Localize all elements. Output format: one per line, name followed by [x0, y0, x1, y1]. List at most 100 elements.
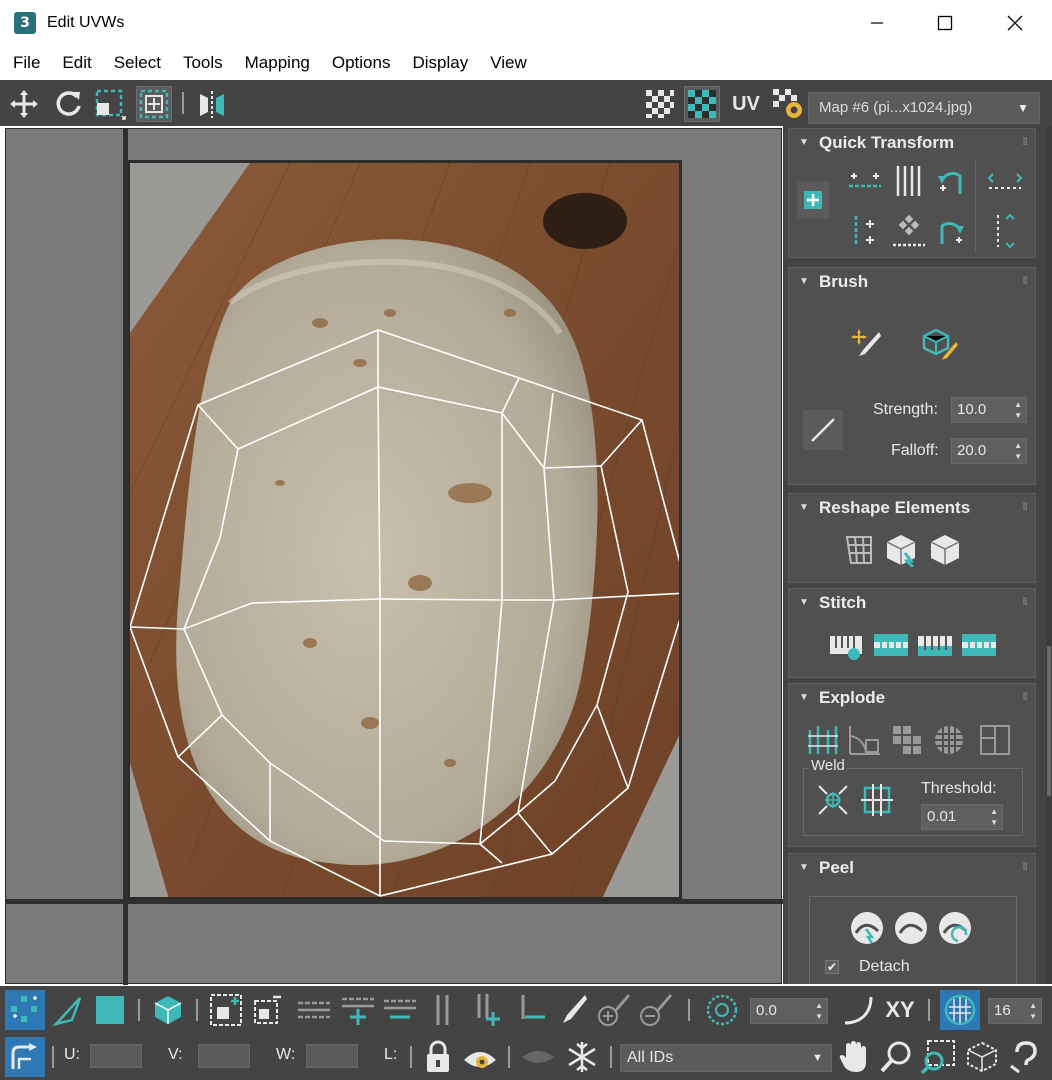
- grid-size-spinner[interactable]: 16 ▲ ▼: [988, 998, 1042, 1024]
- rollout-peel-header[interactable]: ▼ Peel ⁞⁞: [789, 854, 1035, 882]
- w-coordinate-field[interactable]: [306, 1044, 358, 1068]
- drag-handle-icon[interactable]: ⁞⁞: [1022, 494, 1028, 522]
- spinner-arrows-icon[interactable]: ▲ ▼: [815, 1000, 823, 1022]
- material-id-dropdown[interactable]: All IDs ▼: [620, 1044, 832, 1072]
- absolute-offset-button[interactable]: [5, 1037, 45, 1077]
- panel-scrollbar[interactable]: [1046, 126, 1052, 984]
- break-button[interactable]: [803, 720, 843, 760]
- spinner-arrows-icon[interactable]: ▲ ▼: [1029, 1000, 1037, 1022]
- detach-checkbox[interactable]: ✔: [825, 960, 839, 974]
- rotate-ccw-button[interactable]: [931, 161, 971, 201]
- menu-mapping[interactable]: Mapping: [238, 53, 317, 73]
- space-horizontal-button[interactable]: [985, 161, 1025, 201]
- menu-select[interactable]: Select: [107, 53, 168, 73]
- show-map-button[interactable]: [642, 86, 678, 122]
- grow-selection-button[interactable]: [206, 990, 246, 1030]
- flatten-by-material-button[interactable]: [929, 720, 969, 760]
- flatten-by-angle-button[interactable]: [845, 720, 885, 760]
- falloff-spinner[interactable]: 20.0 ▲ ▼: [951, 438, 1027, 464]
- paint-select-button[interactable]: [552, 990, 592, 1030]
- threshold-spinner[interactable]: 0.01 ▲ ▼: [921, 804, 1003, 830]
- quick-peel-button[interactable]: [847, 908, 887, 948]
- rollout-quick-transform-header[interactable]: ▼ Quick Transform ⁞⁞: [789, 129, 1035, 157]
- drag-handle-icon[interactable]: ⁞⁞: [1022, 589, 1028, 617]
- drag-handle-icon[interactable]: ⁞⁞: [1022, 684, 1028, 712]
- paint-move-button[interactable]: [847, 324, 887, 364]
- drag-handle-icon[interactable]: ⁞⁞: [1022, 268, 1028, 296]
- drag-handle-icon[interactable]: ⁞⁞: [1022, 129, 1028, 157]
- loop-grow-button[interactable]: [338, 990, 378, 1030]
- peel-reset-button[interactable]: [935, 908, 975, 948]
- soft-selection-button[interactable]: [702, 990, 742, 1030]
- v-coordinate-field[interactable]: [198, 1044, 250, 1068]
- scrollbar-thumb[interactable]: [1047, 646, 1051, 796]
- menu-view[interactable]: View: [483, 53, 534, 73]
- rollout-explode-header[interactable]: ▼ Explode ⁞⁞: [789, 684, 1035, 712]
- loop-shrink-button[interactable]: [380, 990, 420, 1030]
- weld-target-button[interactable]: [857, 780, 897, 820]
- close-button[interactable]: [992, 0, 1038, 46]
- paint-select-grow-button[interactable]: [594, 990, 634, 1030]
- rotate-tool-button[interactable]: [50, 86, 86, 122]
- zoom-region-button[interactable]: [918, 1037, 958, 1077]
- flatten-by-polygon-button[interactable]: [887, 720, 927, 760]
- xy-space-button[interactable]: XY: [880, 990, 920, 1030]
- relax-until-flat-button[interactable]: [883, 530, 923, 570]
- ring-select-button[interactable]: [424, 990, 464, 1030]
- minimize-button[interactable]: [854, 0, 900, 46]
- checker-pattern-button[interactable]: [684, 86, 720, 122]
- drag-handle-icon[interactable]: ⁞⁞: [1022, 854, 1028, 882]
- hide-unselected-button[interactable]: [518, 1037, 558, 1077]
- menu-tools[interactable]: Tools: [176, 53, 230, 73]
- pan-button[interactable]: [834, 1037, 874, 1077]
- move-tool-button[interactable]: [6, 86, 42, 122]
- hide-show-button[interactable]: [460, 1037, 500, 1077]
- rollout-brush-header[interactable]: ▼ Brush ⁞⁞: [789, 268, 1035, 296]
- spinner-arrows-icon[interactable]: ▲ ▼: [990, 806, 998, 828]
- align-horizontal-2-button[interactable]: [845, 211, 885, 251]
- relax-button[interactable]: [927, 530, 967, 570]
- weld-selected-button[interactable]: [813, 780, 853, 820]
- snap-grid-button[interactable]: [940, 990, 980, 1030]
- texture-map-dropdown[interactable]: Map #6 (pi...x1024.jpg) ▼: [808, 92, 1040, 124]
- rotate-cw-button[interactable]: [931, 211, 971, 251]
- zoom-button[interactable]: [876, 1037, 916, 1077]
- face-mode-button[interactable]: [90, 990, 130, 1030]
- vertex-mode-button[interactable]: [5, 990, 45, 1030]
- ring-grow-button[interactable]: [468, 990, 508, 1030]
- straighten-button[interactable]: [889, 211, 929, 251]
- peel-mode-button[interactable]: [891, 908, 931, 948]
- mirror-tool-button[interactable]: [194, 86, 230, 122]
- menu-edit[interactable]: Edit: [55, 53, 98, 73]
- rollout-reshape-header[interactable]: ▼ Reshape Elements ⁞⁞: [789, 494, 1035, 522]
- falloff-distance-spinner[interactable]: 0.0 ▲ ▼: [750, 998, 828, 1024]
- loop-select-button[interactable]: [294, 990, 334, 1030]
- stitch-to-source-button[interactable]: [871, 625, 911, 665]
- menu-display[interactable]: Display: [405, 53, 475, 73]
- spinner-arrows-icon[interactable]: ▲ ▼: [1014, 440, 1022, 462]
- zoom-extents-button[interactable]: [962, 1037, 1002, 1077]
- strength-spinner[interactable]: 10.0 ▲ ▼: [951, 397, 1027, 423]
- menu-options[interactable]: Options: [325, 53, 398, 73]
- scale-tool-button[interactable]: [92, 86, 128, 122]
- uv-space-button[interactable]: UV: [728, 86, 764, 122]
- relax-brush-button[interactable]: [921, 324, 961, 364]
- map-settings-button[interactable]: [770, 86, 806, 122]
- u-coordinate-field[interactable]: [90, 1044, 142, 1068]
- flatten-by-smoothing-button[interactable]: [975, 720, 1015, 760]
- rollout-stitch-header[interactable]: ▼ Stitch ⁞⁞: [789, 589, 1035, 617]
- paint-select-shrink-button[interactable]: [636, 990, 676, 1030]
- element-mode-button[interactable]: [148, 990, 188, 1030]
- freeze-button[interactable]: [562, 1037, 602, 1077]
- stitch-to-target-button[interactable]: [959, 625, 999, 665]
- stitch-custom-button[interactable]: [827, 625, 867, 665]
- spinner-arrows-icon[interactable]: ▲ ▼: [1014, 399, 1022, 421]
- pivot-button[interactable]: [797, 181, 829, 219]
- straighten-selection-button[interactable]: [839, 530, 879, 570]
- menu-file[interactable]: File: [6, 53, 47, 73]
- lock-selection-button[interactable]: [418, 1037, 458, 1077]
- stitch-average-button[interactable]: [915, 625, 955, 665]
- shrink-selection-button[interactable]: [246, 990, 286, 1030]
- align-vertical-button[interactable]: [889, 161, 929, 201]
- help-button[interactable]: [1006, 1037, 1046, 1077]
